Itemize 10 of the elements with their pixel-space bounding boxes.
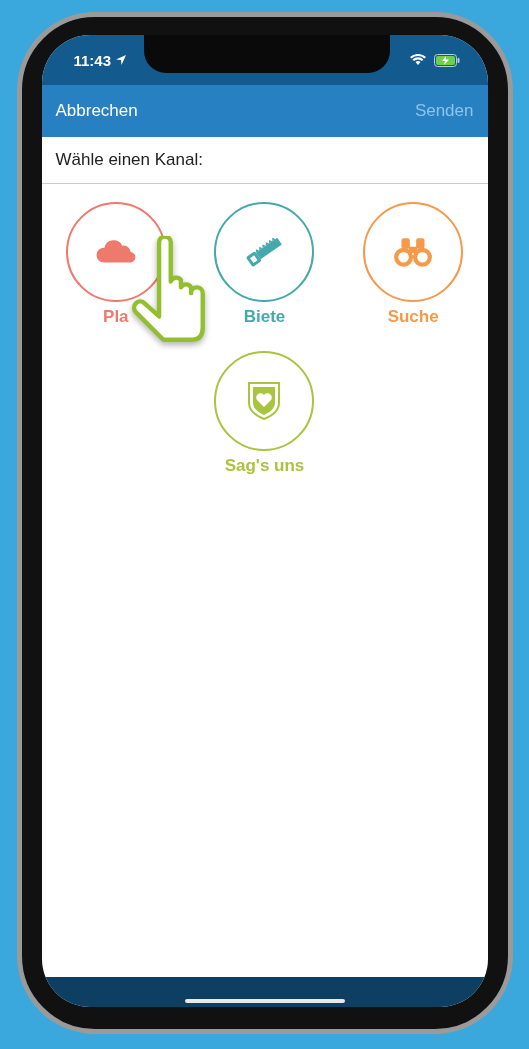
cancel-button[interactable]: Abbrechen: [55, 101, 138, 121]
channel-label: Sag's uns: [224, 456, 305, 476]
location-arrow-icon: [115, 54, 128, 66]
battery-icon: [433, 53, 460, 67]
channel-label: Biete: [243, 307, 286, 327]
prompt-text: Wähle einen Kanal:: [41, 137, 488, 184]
wifi-icon: [409, 54, 426, 66]
status-time: 11:43: [73, 51, 112, 69]
channel-label: Pla: [103, 307, 129, 327]
channel-label: Suche: [387, 307, 439, 327]
